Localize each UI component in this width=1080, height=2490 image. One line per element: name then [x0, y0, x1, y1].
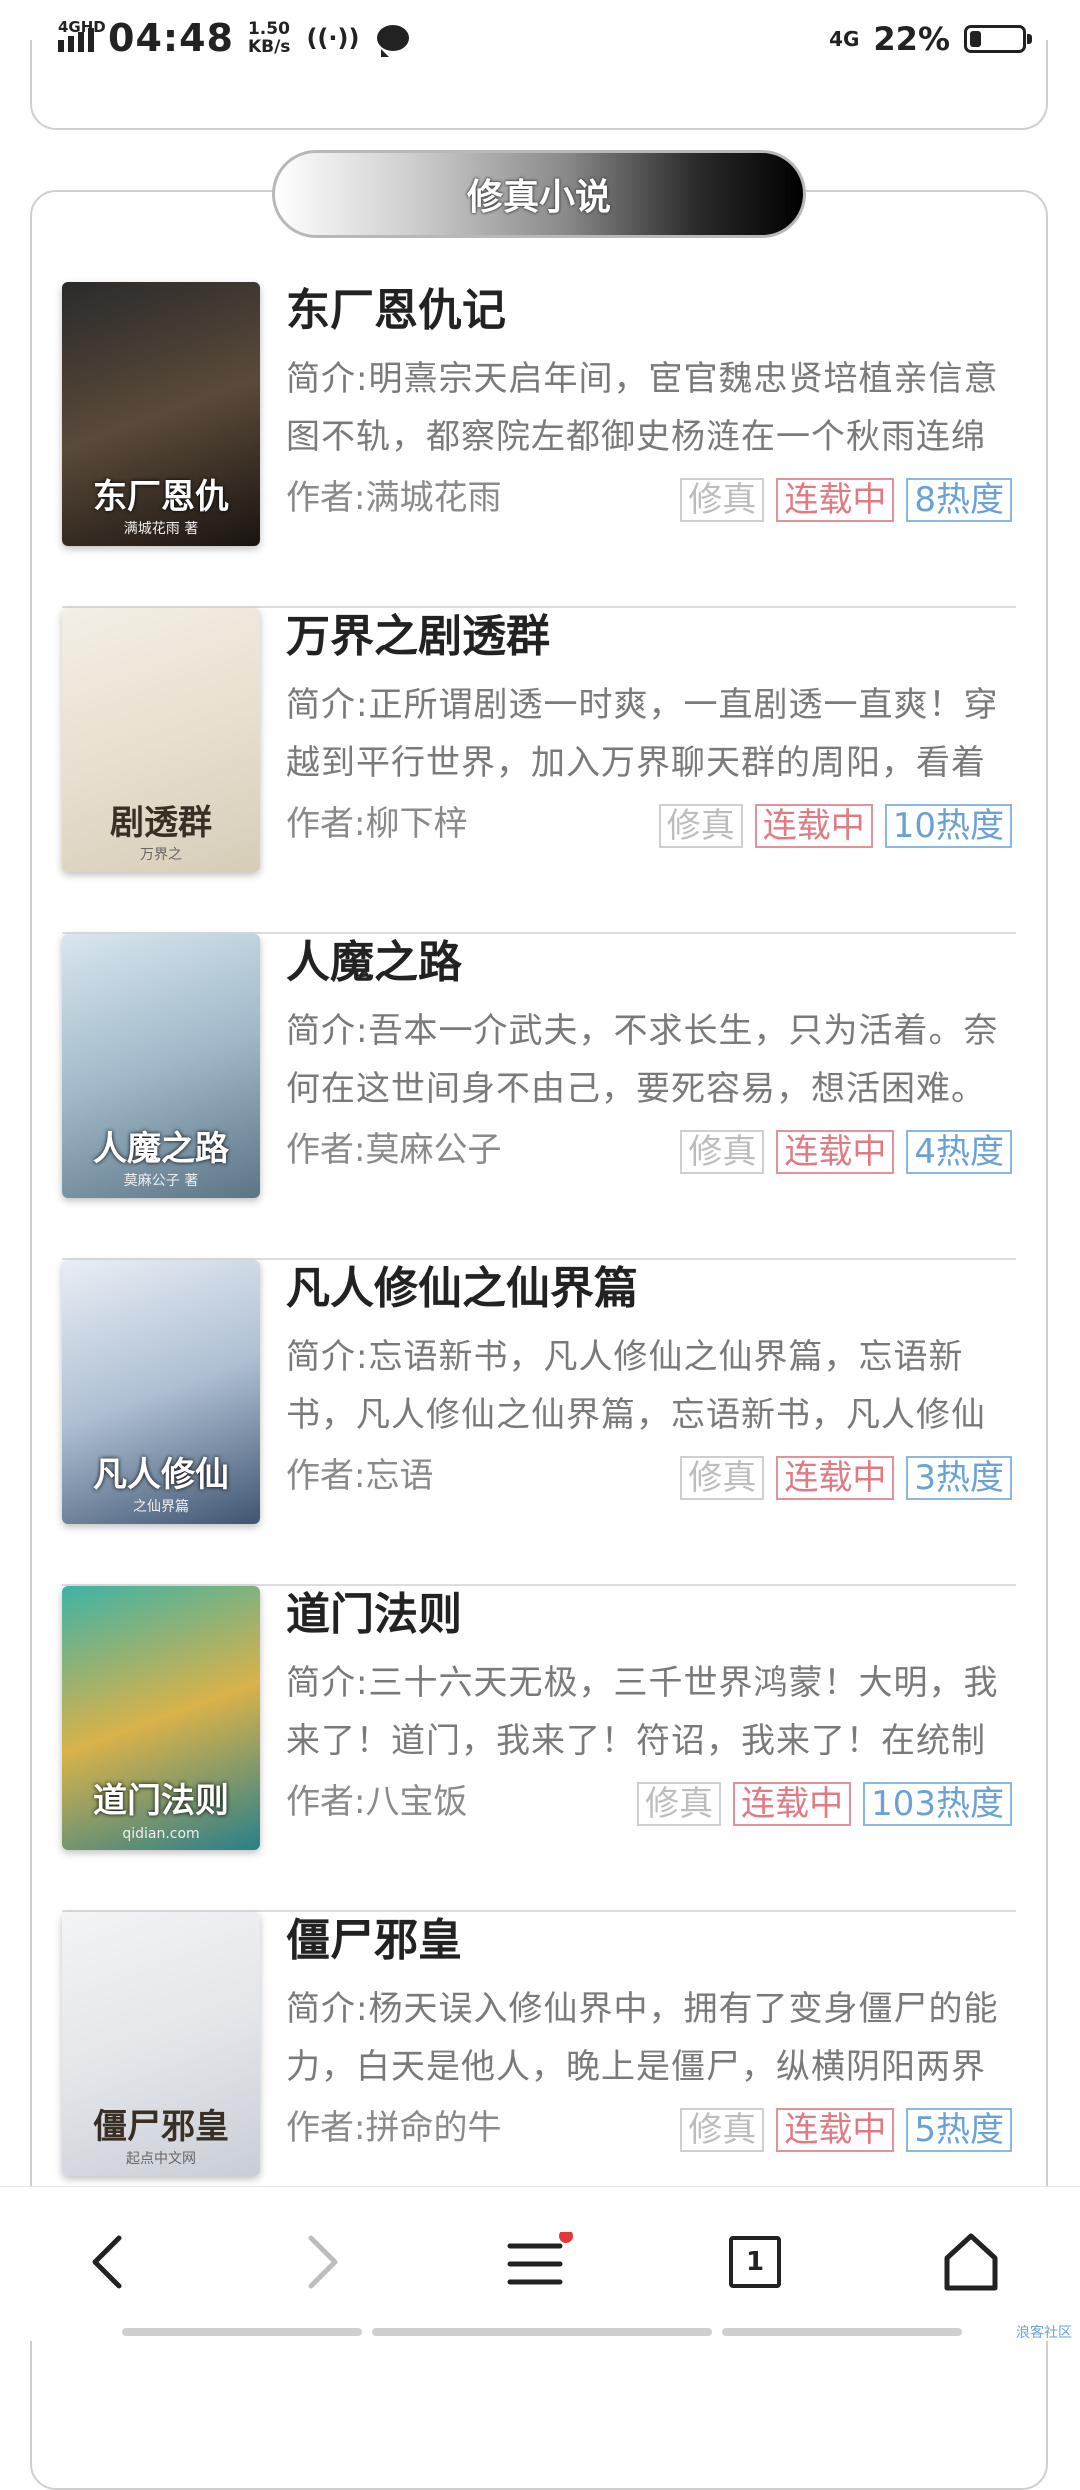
book-title[interactable]: 东厂恩仇记	[286, 274, 506, 338]
status-tag: 连载中	[733, 1782, 852, 1826]
book-item[interactable]: 人魔之路莫麻公子 著人魔之路 简介:吾本一介武夫，不求长生，只为活着。奈何在这世间…	[62, 934, 1016, 1260]
genre-tag[interactable]: 修真	[658, 804, 743, 848]
status-tag: 连载中	[776, 1456, 895, 1500]
status-tag: 连载中	[776, 2108, 895, 2152]
book-description: 简介:忘语新书，凡人修仙之仙界篇，忘语新书，凡人修仙之仙界篇，忘语新书，凡人修仙	[286, 1337, 986, 1435]
cover-subtitle: 起点中文网	[126, 2151, 196, 2167]
tabs-button[interactable]: 1	[710, 2217, 800, 2307]
book-cover[interactable]: 东厂恩仇满城花雨 著	[62, 282, 260, 546]
gesture-bar-left	[122, 2328, 362, 2336]
tabs-count: 1	[729, 2236, 781, 2288]
book-author: 作者:满城花雨	[286, 478, 502, 518]
book-tags: 修真 连载中 10热度	[658, 804, 1012, 848]
heat-tag: 4热度	[906, 1130, 1012, 1174]
book-cover[interactable]: 剧透群 万界之	[62, 608, 260, 872]
book-title[interactable]: 道门法则	[286, 1578, 462, 1642]
book-author: 作者:柳下梓	[286, 804, 468, 844]
gesture-bar-right	[722, 2328, 962, 2336]
cover-subtitle: 莫麻公子 著	[123, 1173, 199, 1189]
book-cover[interactable]: 凡人修仙 之仙界篇	[62, 1260, 260, 1524]
bottom-nav-bar: 1	[0, 2186, 1080, 2341]
heat-tag: 10热度	[884, 804, 1012, 848]
genre-tag[interactable]: 修真	[637, 1782, 722, 1826]
genre-tag[interactable]: 修真	[680, 478, 765, 522]
book-item[interactable]: 道门法则 qidian.com 道门法则 简介:三十六天无极，三千世界鸿蒙！大明，我来…	[62, 1586, 1016, 1912]
menu-icon	[507, 2232, 573, 2285]
home-button[interactable]	[926, 2217, 1016, 2307]
book-tags: 修真 连载中 5热度	[680, 2108, 1012, 2152]
book-author: 作者:忘语	[286, 1456, 434, 1496]
network-label: 4GHD	[58, 18, 106, 36]
heat-tag: 5热度	[906, 2108, 1012, 2152]
book-tags: 修真 连载中 103热度	[637, 1782, 1012, 1826]
book-description: 简介:吾本一介武夫，不求长生，只为活着。奈何在这世间身不由己，要死容易，想活困难…	[286, 1011, 999, 1109]
genre-tag[interactable]: 修真	[680, 1130, 765, 1174]
book-author: 作者:拼命的牛	[286, 2108, 502, 2148]
cover-title: 凡人修仙	[93, 1455, 229, 1495]
status-tag: 连载中	[776, 478, 895, 522]
book-description: 简介:明熹宗天启年间，宦官魏忠贤培植亲信意图不轨，都察院左都御史杨涟在一个秋雨连…	[286, 359, 999, 457]
cover-title: 东厂恩仇	[93, 477, 229, 517]
book-description: 简介:三十六天无极，三千世界鸿蒙！大明，我来了！道门，我来了！符诏，我来了！在统…	[286, 1663, 999, 1761]
back-button[interactable]	[62, 2217, 152, 2307]
cover-subtitle: 之仙界篇	[133, 1499, 189, 1515]
book-description: 简介:杨天误入修仙界中，拥有了变身僵尸的能力，白天是他人，晚上是僵尸，纵横阴阳两…	[286, 1989, 999, 2087]
chevron-right-icon	[308, 2235, 338, 2289]
book-author: 作者:莫麻公子	[286, 1130, 502, 1170]
home-icon	[944, 2233, 998, 2291]
book-title[interactable]: 人魔之路	[286, 926, 462, 990]
heat-tag: 3热度	[906, 1456, 1012, 1500]
book-cover[interactable]: 人魔之路莫麻公子 著	[62, 934, 260, 1198]
section-title: 修真小说	[466, 177, 611, 218]
cover-title: 剧透群	[110, 803, 212, 843]
menu-button[interactable]	[494, 2217, 584, 2307]
cover-title: 道门法则	[93, 1781, 229, 1821]
status-tag: 连载中	[754, 804, 873, 848]
book-author: 作者:八宝饭	[286, 1782, 468, 1822]
gesture-bar-center	[372, 2328, 712, 2336]
heat-tag: 8热度	[906, 478, 1012, 522]
speed-value: 1.50	[247, 19, 290, 39]
watermark: 浪客社区	[1016, 2325, 1072, 2341]
book-cover[interactable]: 僵尸邪皇 起点中文网	[62, 1912, 260, 2176]
book-title[interactable]: 僵尸邪皇	[286, 1904, 462, 1968]
book-tags: 修真 连载中 4热度	[680, 1130, 1012, 1174]
book-description: 简介:正所谓剧透一时爽，一直剧透一直爽！穿越到平行世界，加入万界聊天群的周阳，看…	[286, 685, 999, 783]
book-tags: 修真 连载中 8热度	[680, 478, 1012, 522]
cover-subtitle: 万界之	[140, 847, 182, 863]
chevron-left-icon	[92, 2235, 122, 2289]
book-title[interactable]: 万界之剧透群	[286, 600, 550, 664]
genre-tag[interactable]: 修真	[680, 2108, 765, 2152]
book-item[interactable]: 剧透群 万界之 万界之剧透群 简介:正所谓剧透一时爽，一直剧透一直爽！穿越到平行世界，…	[62, 608, 1016, 934]
cover-title: 僵尸邪皇	[93, 2107, 229, 2147]
cover-title: 人魔之路	[93, 1129, 229, 1169]
cover-subtitle: 满城花雨 著	[123, 521, 199, 537]
book-cover[interactable]: 道门法则 qidian.com	[62, 1586, 260, 1850]
book-item[interactable]: 东厂恩仇 满城花雨 著东厂恩仇记 简介:明熹宗天启年间，宦官魏忠贤培植亲信意图不轨，…	[62, 282, 1016, 608]
book-item[interactable]: 凡人修仙 之仙界篇 凡人修仙之仙界篇 简介:忘语新书，凡人修仙之仙界篇，忘语新书，凡人…	[62, 1260, 1016, 1586]
genre-tag[interactable]: 修真	[680, 1456, 765, 1500]
section-title-pill: 修真小说	[272, 150, 806, 238]
forward-button[interactable]	[278, 2217, 368, 2307]
status-tag: 连载中	[776, 1130, 895, 1174]
book-tags: 修真 连载中 3热度	[680, 1456, 1012, 1500]
cover-subtitle: qidian.com	[122, 1826, 200, 1842]
book-title[interactable]: 凡人修仙之仙界篇	[286, 1252, 638, 1316]
previous-section-card	[30, 40, 1048, 130]
heat-tag: 103热度	[863, 1782, 1012, 1826]
